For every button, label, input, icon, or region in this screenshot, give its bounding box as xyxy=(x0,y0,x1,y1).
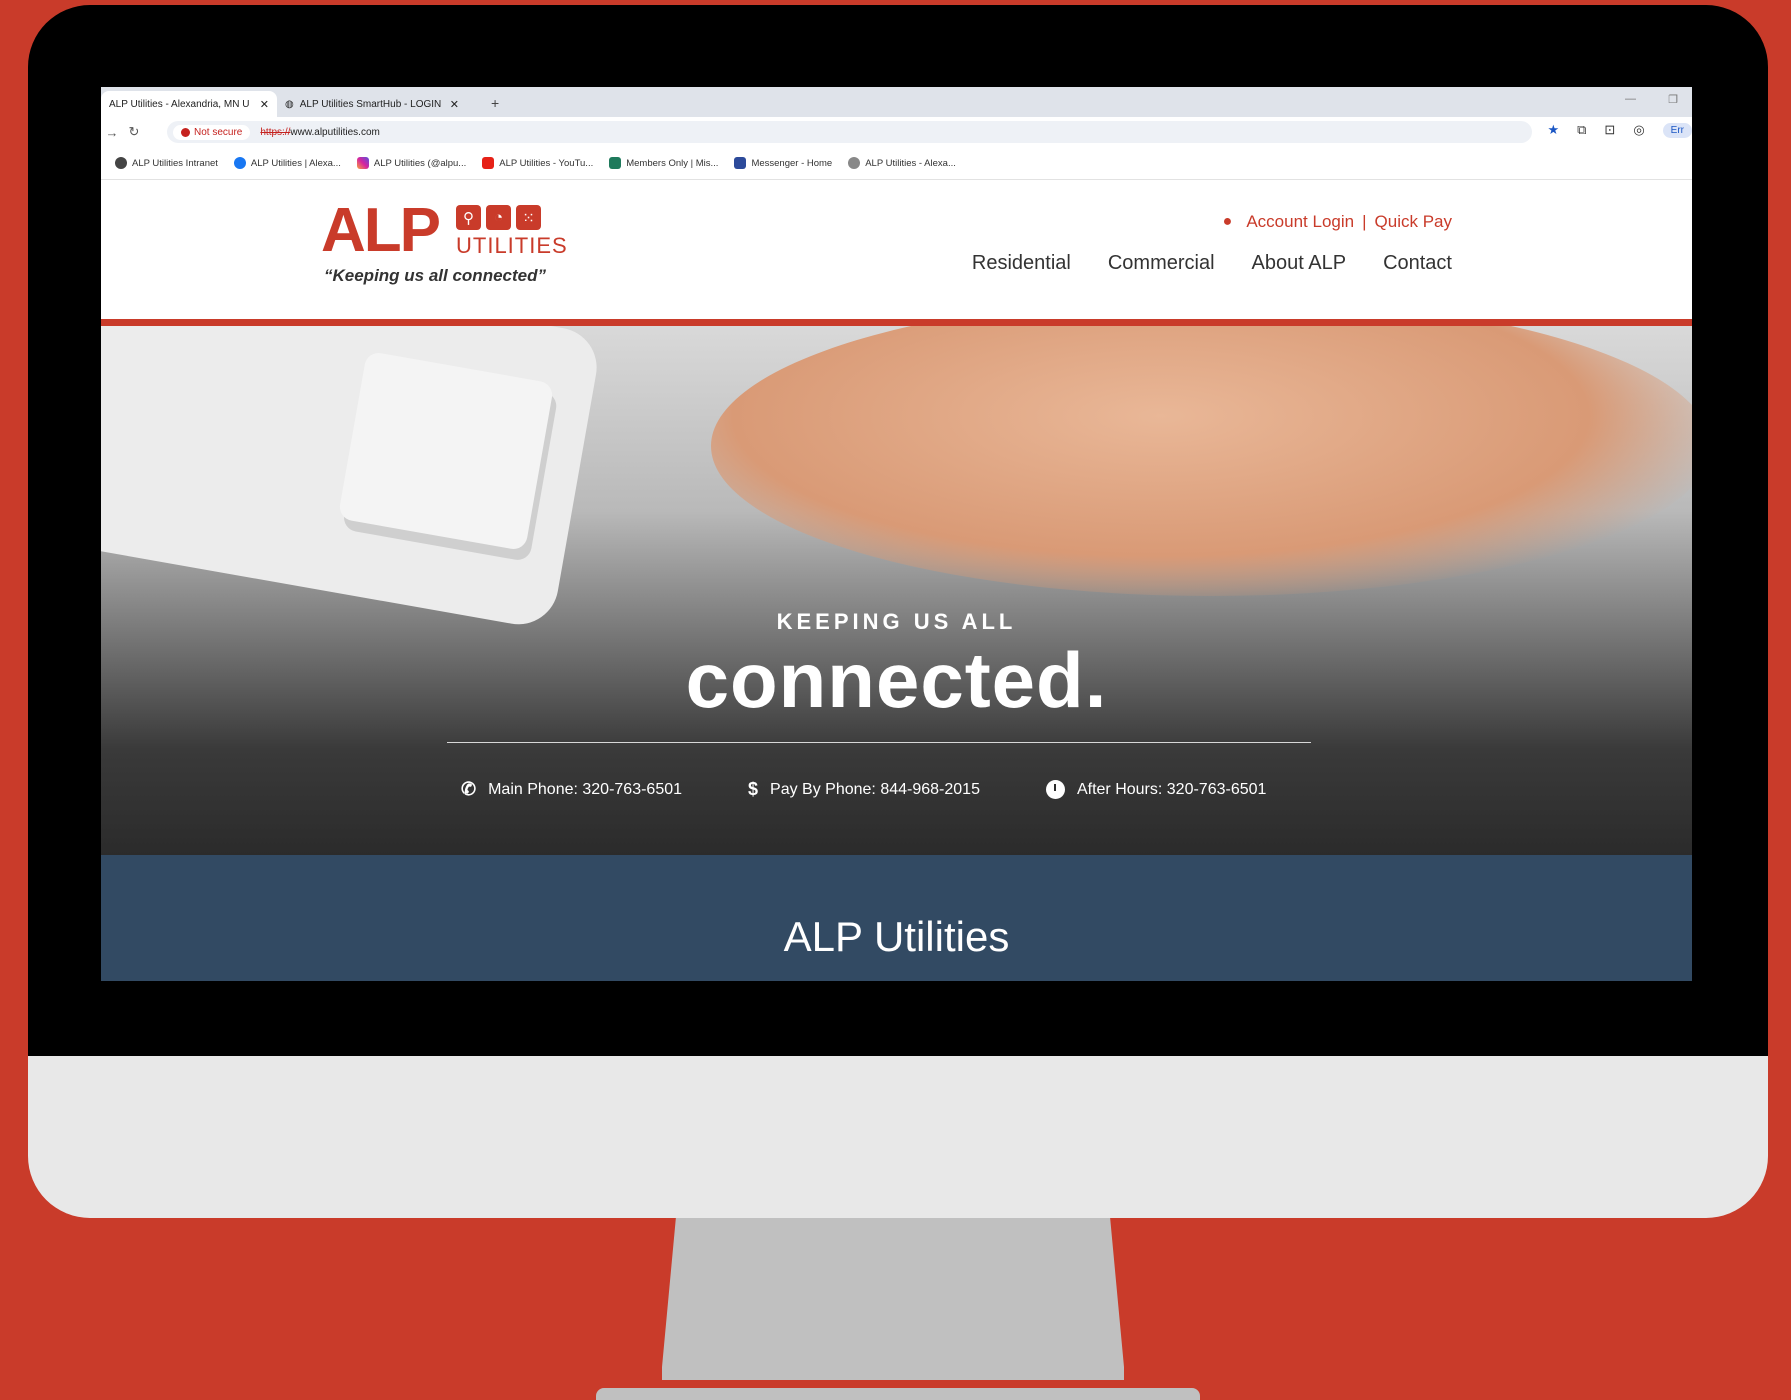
site-header: ALP ⚲ ◔ ⁙ UTILITIES “Keeping us all conn… xyxy=(101,180,1692,319)
nav-about-alp[interactable]: About ALP xyxy=(1252,252,1347,275)
tab-alp-utilities[interactable]: ALP Utilities - Alexandria, MN U ✕ xyxy=(101,91,277,117)
quick-pay-link[interactable]: Quick Pay xyxy=(1375,212,1452,232)
bookmark-label: ALP Utilities - YouTu... xyxy=(499,157,594,169)
logo-tagline: “Keeping us all connected” xyxy=(324,266,546,285)
nav-residential[interactable]: Residential xyxy=(972,252,1071,275)
bookmark-star-icon[interactable]: ★ xyxy=(1547,122,1559,138)
utility-nav: ● Account Login | Quick Pay xyxy=(1223,212,1452,232)
monitor-chin xyxy=(28,1056,1768,1218)
user-icon: ● xyxy=(1222,213,1233,230)
hero-image-hand xyxy=(711,326,1692,596)
tab-smarthub-login[interactable]: ◍ ALP Utilities SmartHub - LOGIN ✕ xyxy=(277,91,467,117)
account-login-link[interactable]: Account Login xyxy=(1246,212,1354,232)
after-hours-text: After Hours: 320-763-6501 xyxy=(1076,780,1267,798)
pay-by-phone[interactable]: $ Pay By Phone: 844-968-2015 xyxy=(748,779,980,800)
phone-icon: ✆ xyxy=(461,779,477,799)
logo-subtitle: UTILITIES xyxy=(456,233,568,258)
bookmark-label: ALP Utilities | Alexa... xyxy=(250,157,341,169)
globe-icon: ◍ xyxy=(285,98,294,110)
nav-contact[interactable]: Contact xyxy=(1383,252,1452,275)
browser-window: ALP Utilities - Alexandria, MN U ✕ ◍ ALP… xyxy=(101,87,1692,981)
bookmark-item[interactable]: ALP Utilities Intranet xyxy=(115,157,218,169)
bookmark-item[interactable]: Members Only | Mis... xyxy=(609,157,718,169)
security-label: Not secure xyxy=(194,126,243,138)
warning-icon xyxy=(181,127,190,137)
members-icon xyxy=(609,157,622,169)
bookmark-item[interactable]: Messenger - Home xyxy=(734,157,832,169)
profile-button[interactable]: Err xyxy=(1662,122,1692,138)
extensions-icon[interactable]: ⧉ xyxy=(1577,122,1586,138)
bookmark-label: ALP Utilities (@alpu... xyxy=(373,157,467,169)
contact-info: ✆ Main Phone: 320-763-6501 $ Pay By Phon… xyxy=(461,779,1266,800)
hero-title: connected. xyxy=(685,636,1108,724)
hero-image-switch xyxy=(337,350,555,552)
toolbar-icons: ★ ⧉ ⊡ ◎ Err xyxy=(1547,122,1692,138)
bookmark-label: ALP Utilities Intranet xyxy=(132,157,218,169)
tab-bar: ALP Utilities - Alexandria, MN U ✕ ◍ ALP… xyxy=(101,87,1692,117)
broadband-icon: ◔ xyxy=(486,205,511,230)
intro-section: ALP Utilities xyxy=(101,855,1692,981)
main-nav: Residential Commercial About ALP Contact xyxy=(972,252,1452,275)
close-icon[interactable]: ✕ xyxy=(260,98,269,111)
site-icon xyxy=(848,157,861,169)
dollar-icon: $ xyxy=(748,779,759,799)
nav-commercial[interactable]: Commercial xyxy=(1108,252,1215,275)
bookmark-label: Messenger - Home xyxy=(751,157,833,169)
address-toolbar: → ↻ Not secure https://www.alputilities.… xyxy=(101,117,1692,147)
tab-search-icon[interactable]: ⊡ xyxy=(1604,122,1615,138)
clock-icon xyxy=(1045,780,1065,799)
outlet-icon: ⁙ xyxy=(516,205,541,230)
account-icon[interactable]: ◎ xyxy=(1633,122,1644,138)
url-text: https://www.alputilities.com xyxy=(260,127,380,138)
forward-icon[interactable]: → xyxy=(101,125,123,140)
url-bar[interactable]: Not secure https://www.alputilities.com xyxy=(167,121,1532,143)
close-icon[interactable]: ✕ xyxy=(450,98,459,111)
bookmark-item[interactable]: ALP Utilities - YouTu... xyxy=(482,157,593,169)
facebook-icon xyxy=(233,157,246,169)
reload-icon[interactable]: ↻ xyxy=(123,124,145,140)
pay-by-phone-text: Pay By Phone: 844-968-2015 xyxy=(770,780,980,798)
alp-logo[interactable]: ALP ⚲ ◔ ⁙ UTILITIES “Keeping us all conn… xyxy=(321,200,581,290)
logo-icons: ⚲ ◔ ⁙ xyxy=(456,205,541,230)
header-divider xyxy=(101,319,1692,326)
bookmark-item[interactable]: ALP Utilities | Alexa... xyxy=(233,157,341,169)
tab-label: ALP Utilities - Alexandria, MN U xyxy=(109,98,250,110)
bookmark-label: Members Only | Mis... xyxy=(626,157,719,169)
lightbulb-icon: ⚲ xyxy=(456,205,481,230)
url-host: www.alputilities.com xyxy=(290,126,380,138)
security-badge[interactable]: Not secure xyxy=(173,124,251,140)
new-tab-icon[interactable]: + xyxy=(491,95,499,111)
section-title: ALP Utilities xyxy=(783,913,1010,960)
monitor-stand-base xyxy=(596,1388,1200,1400)
logo-wordmark: ALP xyxy=(321,196,441,265)
messenger-icon xyxy=(734,157,747,169)
bookmark-label: ALP Utilities - Alexa... xyxy=(865,157,956,169)
hero-divider xyxy=(447,742,1311,743)
bookmarks-bar: ALP Utilities Intranet ALP Utilities | A… xyxy=(101,147,1692,180)
minimize-icon[interactable]: — xyxy=(1625,93,1636,105)
tab-label: ALP Utilities SmartHub - LOGIN xyxy=(299,98,442,110)
hero-kicker: KEEPING US ALL xyxy=(776,609,1017,634)
instagram-icon xyxy=(356,157,369,169)
url-scheme: https:// xyxy=(260,126,291,138)
bookmark-item[interactable]: ALP Utilities (@alpu... xyxy=(356,157,467,169)
bookmark-item[interactable]: ALP Utilities - Alexa... xyxy=(848,157,956,169)
hero-banner: KEEPING US ALL connected. ✆ Main Phone: … xyxy=(101,326,1692,855)
monitor-stand xyxy=(662,1218,1124,1380)
main-phone-text: Main Phone: 320-763-6501 xyxy=(488,780,683,798)
globe-icon xyxy=(115,157,127,169)
restore-icon[interactable]: ❐ xyxy=(1668,93,1678,106)
after-hours[interactable]: After Hours: 320-763-6501 xyxy=(1045,779,1267,800)
youtube-icon xyxy=(482,157,495,169)
nav-separator: | xyxy=(1362,212,1367,231)
main-phone[interactable]: ✆ Main Phone: 320-763-6501 xyxy=(461,779,682,800)
